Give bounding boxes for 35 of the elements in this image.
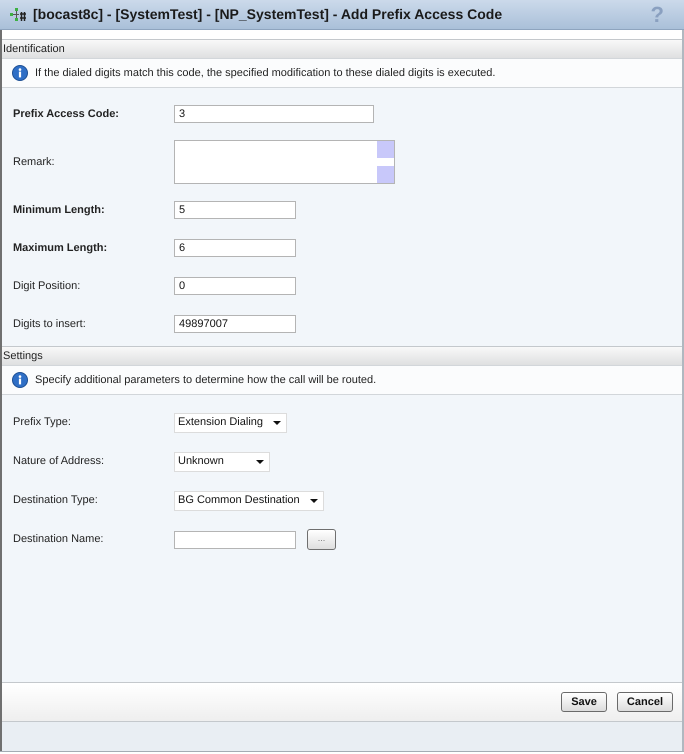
field-label: Prefix Access Code: — [13, 106, 120, 122]
save-button[interactable]: Save — [561, 692, 607, 712]
field-label: Maximum Length: — [13, 240, 108, 256]
text-field[interactable] — [174, 530, 296, 548]
field-label: Destination Type: — [13, 493, 99, 508]
scrollbar-drawing — [377, 141, 394, 183]
field-label: Minimum Length: — [13, 202, 106, 218]
caret-icon — [256, 460, 264, 464]
text-field[interactable]: 6 — [174, 239, 296, 257]
network-node-icon — [10, 6, 26, 22]
text-field[interactable]: 0 — [174, 277, 296, 295]
browse-button[interactable]: ... — [307, 529, 336, 550]
text-field[interactable]: 5 — [174, 201, 296, 219]
info-icon — [12, 372, 28, 388]
info-icon — [12, 65, 28, 81]
dropdown[interactable]: BG Common Destination — [174, 490, 324, 510]
field-label: Prefix Type: — [13, 415, 72, 430]
field-label: Digit Position: — [13, 278, 82, 294]
text-field[interactable]: 3 — [174, 105, 374, 123]
remark-field[interactable] — [174, 140, 395, 184]
field-label: Digits to insert: — [13, 316, 87, 332]
dropdown[interactable]: Extension Dialing — [174, 412, 287, 432]
text-field[interactable]: 49897007 — [174, 315, 296, 333]
window-title: [bocast8c] - [SystemTest] - [NP_SystemTest] - Add Prefix Access Code — [33, 5, 502, 24]
field-label: Nature of Address: — [13, 454, 106, 470]
info-text: If the dialed digits match this code, the specified modification to these dialed digits is executed. — [35, 66, 496, 81]
section-header: Identification — [2, 39, 682, 58]
caret-icon — [273, 420, 281, 424]
caret-icon — [310, 498, 318, 502]
info-text: Specify additional parameters to determine how the call will be routed. — [35, 372, 376, 388]
dropdown[interactable]: Unknown — [174, 452, 270, 472]
section-header: Settings — [2, 346, 682, 365]
cancel-button[interactable]: Cancel — [616, 692, 673, 712]
field-label: Destination Name: — [13, 532, 104, 548]
field-label: Remark: — [13, 154, 56, 170]
